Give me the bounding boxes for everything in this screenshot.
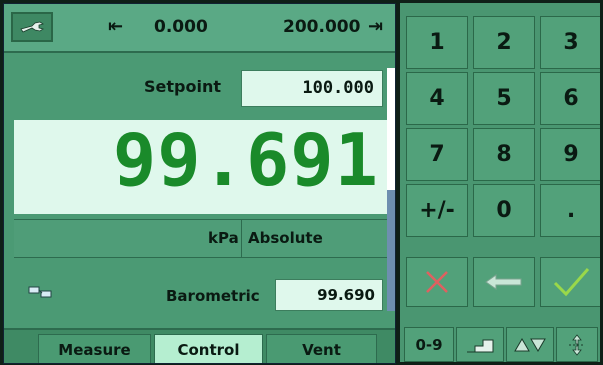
key-7[interactable]: 7 bbox=[406, 128, 468, 181]
pressure-reading: 99.691 bbox=[112, 118, 379, 202]
keypad-panel: 1 2 3 4 5 6 7 8 9 +/- 0 . 0-9 bbox=[400, 3, 600, 362]
key-1[interactable]: 1 bbox=[406, 16, 468, 69]
x-icon bbox=[426, 271, 448, 293]
barometric-label: Barometric bbox=[166, 287, 260, 305]
left-arrow-icon bbox=[485, 274, 522, 290]
scrollbar-thumb[interactable] bbox=[387, 68, 395, 190]
checkmark-icon bbox=[553, 268, 590, 297]
enter-button[interactable] bbox=[540, 257, 600, 307]
key-9[interactable]: 9 bbox=[540, 128, 600, 181]
tab-vent[interactable]: Vent bbox=[266, 334, 377, 363]
tab-measure[interactable]: Measure bbox=[38, 334, 151, 363]
range-bar: ⇤ 0.000 200.000 ⇥ bbox=[4, 4, 395, 53]
tab-control[interactable]: Control bbox=[154, 334, 263, 363]
key-4[interactable]: 4 bbox=[406, 72, 468, 125]
wrench-icon[interactable] bbox=[11, 12, 53, 42]
up-down-triangles-icon bbox=[514, 337, 546, 352]
numeric-mode-button[interactable]: 0-9 bbox=[404, 327, 454, 362]
unit-label[interactable]: kPa bbox=[208, 229, 239, 247]
mode-tabs: Measure Control Vent bbox=[4, 328, 395, 363]
rate-button[interactable] bbox=[556, 327, 598, 362]
setpoint-field[interactable]: 100.000 bbox=[241, 70, 383, 107]
main-panel: ⇤ 0.000 200.000 ⇥ Setpoint 100.000 99.69… bbox=[3, 3, 396, 364]
mode-label[interactable]: Absolute bbox=[248, 229, 323, 247]
adjust-arrows-icon bbox=[569, 333, 585, 356]
jog-button[interactable] bbox=[506, 327, 554, 362]
key-plus-minus[interactable]: +/- bbox=[406, 184, 468, 237]
key-3[interactable]: 3 bbox=[540, 16, 600, 69]
step-icon bbox=[467, 339, 494, 352]
key-2[interactable]: 2 bbox=[473, 16, 535, 69]
key-5[interactable]: 5 bbox=[473, 72, 535, 125]
cancel-button[interactable] bbox=[406, 257, 468, 307]
reading-display: 99.691 bbox=[14, 118, 387, 214]
key-8[interactable]: 8 bbox=[473, 128, 535, 181]
left-limit-arrow-icon: ⇤ bbox=[108, 16, 124, 37]
setpoint-label: Setpoint bbox=[144, 77, 221, 96]
range-max-value: 200.000 bbox=[283, 17, 361, 37]
key-6[interactable]: 6 bbox=[540, 72, 600, 125]
key-0[interactable]: 0 bbox=[473, 184, 535, 237]
right-limit-arrow-icon: ⇥ bbox=[368, 16, 384, 37]
step-button[interactable] bbox=[456, 327, 504, 362]
unit-divider bbox=[241, 220, 242, 257]
key-decimal[interactable]: . bbox=[540, 184, 600, 237]
barometer-icon[interactable] bbox=[28, 284, 54, 304]
unit-row: kPa Absolute bbox=[14, 219, 387, 258]
backspace-button[interactable] bbox=[473, 257, 535, 307]
barometric-field: 99.690 bbox=[275, 279, 383, 311]
range-min-value: 0.000 bbox=[154, 17, 208, 37]
